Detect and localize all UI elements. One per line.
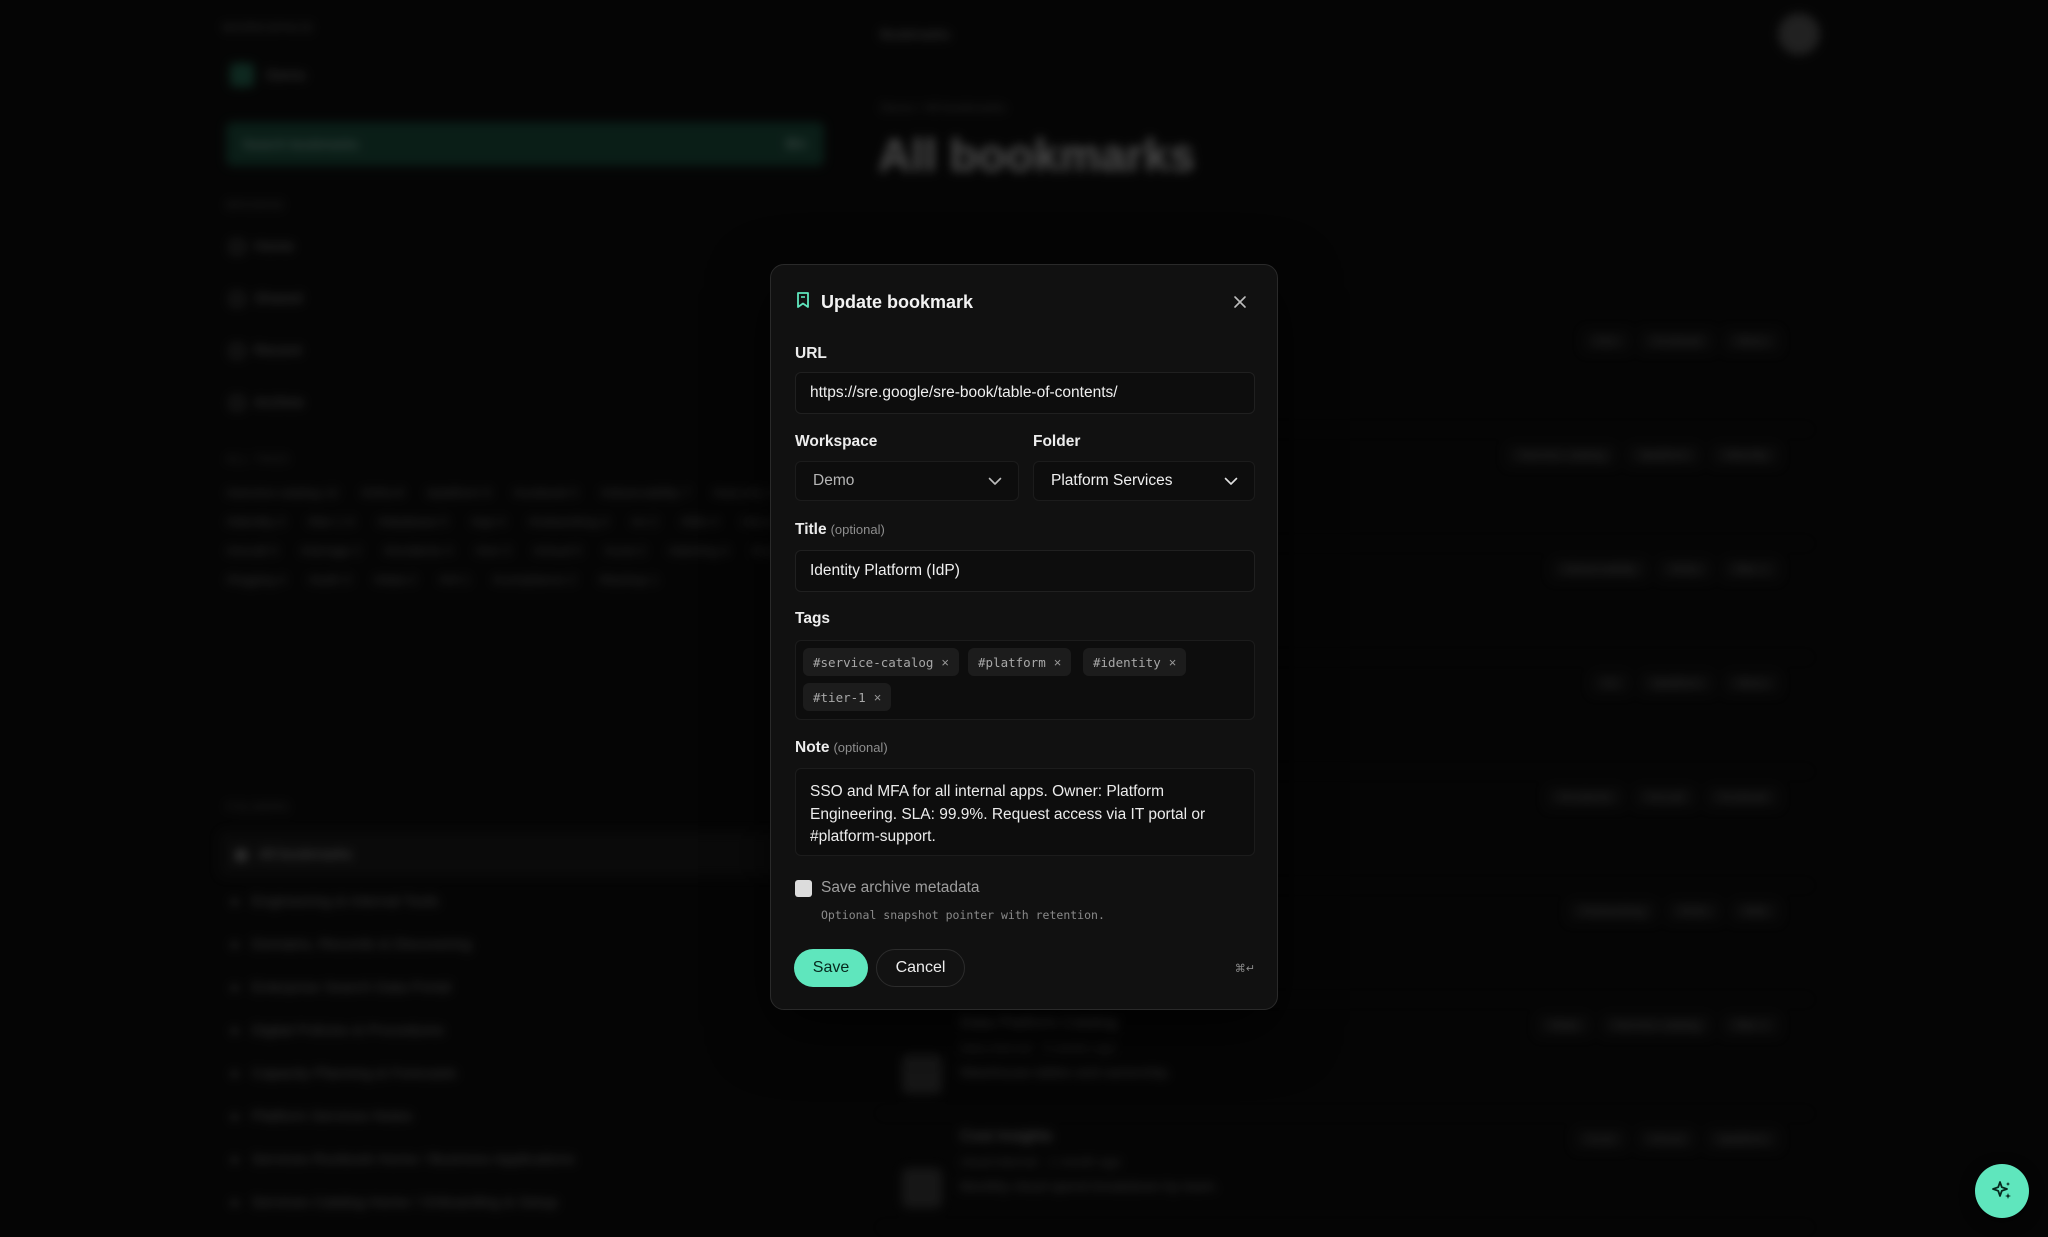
tags-input[interactable]: #service-catalog × #platform × #identity × …	[795, 640, 1255, 720]
title-input[interactable]	[795, 550, 1255, 592]
optional-hint: (optional)	[830, 522, 885, 537]
keyboard-shortcut-hint: ⌘↵	[1234, 963, 1255, 975]
archive-metadata-help: Optional snapshot pointer with retention…	[821, 908, 1105, 922]
folder-select[interactable]: Platform Services	[1033, 461, 1255, 501]
tag-chip: #identity ×	[1083, 648, 1187, 676]
chevron-down-icon	[1224, 477, 1238, 485]
save-button[interactable]: Save	[794, 949, 868, 987]
cancel-button[interactable]: Cancel	[876, 949, 965, 987]
folder-select-value: Platform Services	[1051, 472, 1173, 489]
remove-tag-icon[interactable]: ×	[1169, 655, 1177, 670]
assistant-button[interactable]	[1975, 1164, 2029, 1218]
chevron-down-icon	[988, 477, 1002, 485]
url-input[interactable]	[795, 372, 1255, 414]
close-button[interactable]	[1227, 289, 1253, 315]
remove-tag-icon[interactable]: ×	[1054, 655, 1062, 670]
title-label: Title (optional)	[795, 521, 885, 538]
workspace-select[interactable]: Demo	[795, 461, 1019, 501]
update-bookmark-dialog: Update bookmark URL Workspace Demo Folde…	[770, 264, 1278, 1010]
dialog-header: Update bookmark	[795, 289, 1253, 315]
close-icon	[1234, 296, 1246, 308]
sparkles-icon	[1992, 1181, 2011, 1199]
note-textarea[interactable]: SSO and MFA for all internal apps. Owner…	[795, 768, 1255, 856]
tags-label: Tags	[795, 610, 831, 627]
folder-label: Folder	[1033, 433, 1081, 450]
tag-chip: #tier-1 ×	[803, 683, 892, 711]
note-label: Note (optional)	[795, 739, 888, 756]
dialog-title-wrap: Update bookmark	[795, 291, 973, 314]
remove-tag-icon[interactable]: ×	[941, 655, 949, 670]
archive-metadata-label[interactable]: Save archive metadata	[821, 879, 980, 897]
dialog-title: Update bookmark	[821, 291, 974, 312]
archive-metadata-checkbox[interactable]	[795, 880, 812, 897]
bookmark-icon	[795, 291, 811, 314]
workspace-select-value: Demo	[813, 472, 855, 489]
optional-hint: (optional)	[833, 740, 888, 755]
remove-tag-icon[interactable]: ×	[874, 690, 882, 705]
url-label: URL	[795, 345, 827, 362]
workspace-label: Workspace	[795, 433, 878, 450]
tag-chip: #platform ×	[968, 648, 1072, 676]
tag-chip: #service-catalog ×	[803, 648, 960, 676]
